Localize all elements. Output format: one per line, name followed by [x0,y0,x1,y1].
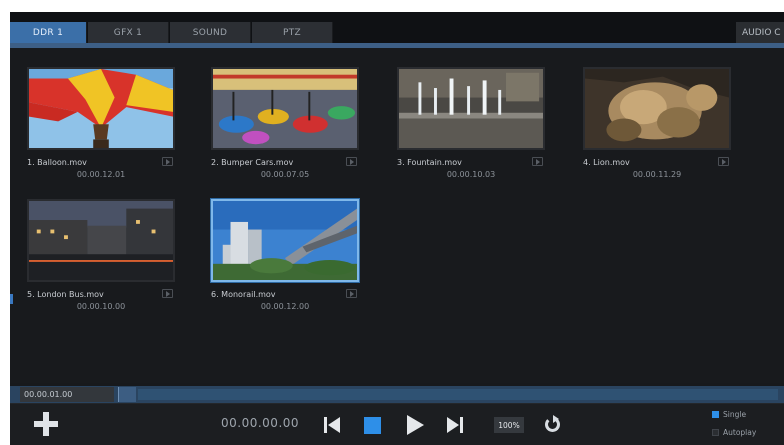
media-grid: 1. Balloon.mov 00.00.12.01 2. Bumper Car… [10,48,784,383]
clip-thumbnail[interactable] [211,199,359,282]
checkbox-icon [712,429,719,436]
mode-autoplay-label: Autoplay [723,428,757,437]
clip-name: 5. London Bus.mov [27,290,104,299]
fountain-thumbnail-image [399,69,543,148]
bumper-cars-thumbnail-image [213,69,357,148]
stop-icon[interactable] [362,414,384,436]
clip-thumbnail[interactable] [27,199,175,282]
clip-output-icon[interactable] [162,157,173,166]
tab-bar: DDR 1 GFX 1 SOUND PTZ AUDIO C [10,12,784,48]
tab-ptz[interactable]: PTZ [252,22,333,43]
clip-output-icon[interactable] [718,157,729,166]
clip-output-icon[interactable] [346,289,357,298]
tab-gfx-1[interactable]: GFX 1 [88,22,169,43]
transport-bar: 00.00.00.00 100% Single Autoplay [10,403,784,445]
clip-duration: 00.00.10.03 [446,170,496,179]
timeline-bar[interactable]: 00.00.01.00 [10,386,784,403]
mode-single-checkbox[interactable]: Single [712,410,746,419]
skip-previous-icon[interactable] [322,414,344,436]
plus-icon[interactable] [34,412,58,436]
clip-duration: 00.00.10.00 [76,302,126,311]
timeline-track[interactable] [138,389,778,400]
clip-duration: 00.00.07.05 [260,170,310,179]
timeline-playhead[interactable] [118,387,136,402]
side-marker [10,294,13,304]
clip-duration: 00.00.12.01 [76,170,126,179]
monorail-thumbnail-image [213,201,357,280]
tab-sound[interactable]: SOUND [170,22,251,43]
clip-output-icon[interactable] [532,157,543,166]
speed-input[interactable]: 100% [494,417,524,433]
tab-audio[interactable]: AUDIO C [736,22,784,43]
timeline-timecode[interactable]: 00.00.01.00 [20,387,114,402]
clip-thumbnail[interactable] [397,67,545,150]
clip-output-icon[interactable] [346,157,357,166]
clip-thumbnail[interactable] [583,67,731,150]
clip-output-icon[interactable] [162,289,173,298]
balloon-thumbnail-image [29,69,173,148]
london-bus-thumbnail-image [29,201,173,280]
ddr-media-player: DDR 1 GFX 1 SOUND PTZ AUDIO C 1. Balloon… [10,12,784,445]
lion-thumbnail-image [585,69,729,148]
clip-name: 2. Bumper Cars.mov [211,158,294,167]
clip-name: 6. Monorail.mov [211,290,276,299]
play-icon[interactable] [404,414,426,436]
transport-timecode: 00.00.00.00 [221,416,300,430]
clip-thumbnail[interactable] [27,67,175,150]
mode-single-label: Single [723,410,747,419]
mode-autoplay-checkbox[interactable]: Autoplay [712,428,756,437]
clip-name: 4. Lion.mov [583,158,630,167]
checkbox-icon [712,411,719,418]
skip-next-icon[interactable] [445,414,467,436]
loop-icon[interactable] [543,415,563,435]
clip-thumbnail[interactable] [211,67,359,150]
tab-ddr-1[interactable]: DDR 1 [10,22,87,43]
clip-name: 3. Fountain.mov [397,158,462,167]
clip-duration: 00.00.11.29 [632,170,682,179]
clip-name: 1. Balloon.mov [27,158,87,167]
clip-duration: 00.00.12.00 [260,302,310,311]
